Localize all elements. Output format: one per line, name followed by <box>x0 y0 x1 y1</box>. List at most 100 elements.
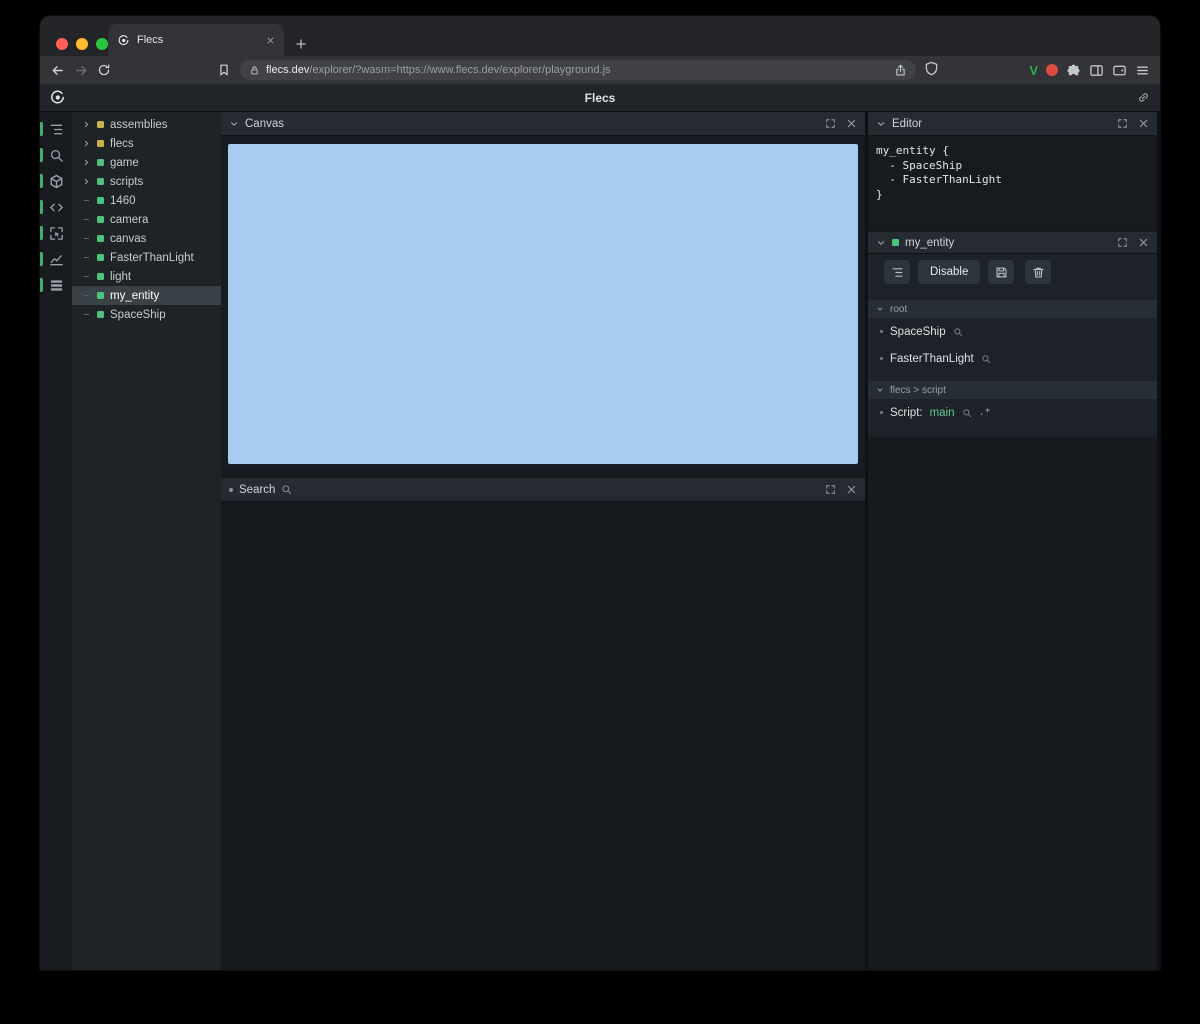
inspector-panel-title: my_entity <box>905 236 955 249</box>
tree-item-label: 1460 <box>110 194 136 207</box>
canvas-panel-body <box>221 136 865 470</box>
active-indicator <box>40 174 43 188</box>
tree-item-label: canvas <box>110 232 147 245</box>
extension-dot-icon[interactable] <box>1046 64 1058 76</box>
wallet-icon[interactable] <box>1112 63 1127 78</box>
tree-item[interactable]: light <box>72 267 221 286</box>
link-icon[interactable] <box>1137 91 1150 104</box>
tree-item-label: light <box>110 270 132 283</box>
search-icon[interactable] <box>953 327 963 337</box>
chevron-down-icon[interactable] <box>229 119 239 129</box>
url-domain: flecs.dev <box>266 64 310 76</box>
tree-item-selected[interactable]: my_entity <box>72 286 221 305</box>
center-column: Canvas Search <box>221 112 865 970</box>
close-icon[interactable] <box>846 118 857 129</box>
save-button[interactable] <box>988 260 1015 284</box>
section-title: root <box>890 303 908 315</box>
search-icon[interactable] <box>962 408 972 418</box>
inspector-panel-body: Disable root SpaceShip FasterThanLight f… <box>868 254 1157 437</box>
search-icon[interactable] <box>281 484 292 495</box>
script-editor[interactable]: my_entity { - SpaceShip - FasterThanLigh… <box>868 136 1157 228</box>
sidebar-item-tree-view[interactable] <box>40 116 72 142</box>
leaf-marker <box>81 200 91 201</box>
window-controls <box>56 38 108 50</box>
browser-tab[interactable]: Flecs <box>108 24 284 56</box>
close-icon[interactable] <box>1138 237 1149 248</box>
sidebar-item-entities[interactable] <box>40 168 72 194</box>
chevron-down-icon[interactable] <box>876 119 886 129</box>
disable-button[interactable]: Disable <box>918 260 981 284</box>
sidebar-item-tables[interactable] <box>40 272 72 298</box>
canvas-panel-title: Canvas <box>245 117 284 130</box>
entity-color-swatch <box>97 273 104 280</box>
component-row: FasterThanLight <box>868 345 1157 372</box>
chevron-right-icon[interactable] <box>81 158 91 167</box>
expand-icon[interactable] <box>825 118 836 129</box>
component-name: FasterThanLight <box>890 352 974 365</box>
tab-close-icon[interactable] <box>266 36 275 45</box>
window-minimize-button[interactable] <box>76 38 88 50</box>
tree-item[interactable]: FasterThanLight <box>72 248 221 267</box>
menu-icon[interactable] <box>1135 63 1150 78</box>
back-icon[interactable] <box>48 61 66 79</box>
share-icon[interactable] <box>894 64 907 77</box>
tree-toggle-button[interactable] <box>884 260 910 284</box>
leaf-marker <box>81 276 91 277</box>
render-canvas[interactable] <box>228 144 858 464</box>
window-close-button[interactable] <box>56 38 68 50</box>
close-icon[interactable] <box>1138 118 1149 129</box>
search-icon <box>49 148 64 163</box>
entity-color-swatch <box>892 239 899 246</box>
sidebar-toggle-icon[interactable] <box>1089 63 1104 78</box>
sidebar-item-code-editor[interactable] <box>40 194 72 220</box>
forward-icon[interactable] <box>72 61 90 79</box>
shield-icon[interactable] <box>924 61 939 76</box>
chevron-right-icon[interactable] <box>81 139 91 148</box>
tree-item[interactable]: scripts <box>72 172 221 191</box>
entity-color-swatch <box>97 121 104 128</box>
url-path: /explorer/?wasm=https://www.flecs.dev/ex… <box>309 64 611 76</box>
search-icon[interactable] <box>981 354 991 364</box>
sidebar-item-statistics[interactable] <box>40 246 72 272</box>
sidebar-item-query-search[interactable] <box>40 142 72 168</box>
script-suffix-icon[interactable]: .* <box>979 407 991 418</box>
section-header-root[interactable]: root <box>868 300 1157 318</box>
leaf-marker <box>81 314 91 315</box>
chevron-right-icon[interactable] <box>81 177 91 186</box>
tree-item[interactable]: camera <box>72 210 221 229</box>
app-header: Flecs <box>40 84 1160 112</box>
section-header-flecs-script[interactable]: flecs > script <box>868 381 1157 399</box>
page-title: Flecs <box>584 91 616 105</box>
tree-item[interactable]: 1460 <box>72 191 221 210</box>
expand-icon[interactable] <box>1117 118 1128 129</box>
expand-icon[interactable] <box>1117 237 1128 248</box>
violentmonkey-icon[interactable]: V <box>1029 64 1038 77</box>
tree-item[interactable]: SpaceShip <box>72 305 221 324</box>
url-text: flecs.dev/explorer/?wasm=https://www.fle… <box>266 64 611 76</box>
lock-icon[interactable] <box>249 65 260 76</box>
window-zoom-button[interactable] <box>96 38 108 50</box>
new-tab-button[interactable] <box>294 37 308 51</box>
editor-panel-header: Editor <box>868 112 1157 136</box>
expand-icon[interactable] <box>825 484 836 495</box>
section-title: flecs > script <box>890 384 946 396</box>
tree-item[interactable]: game <box>72 153 221 172</box>
chevron-down-icon <box>876 386 884 394</box>
entity-color-swatch <box>97 178 104 185</box>
close-icon[interactable] <box>846 484 857 495</box>
bookmark-icon[interactable] <box>215 61 233 79</box>
tree-item[interactable]: canvas <box>72 229 221 248</box>
chevron-down-icon[interactable] <box>876 238 886 248</box>
sidebar-item-inspector[interactable] <box>40 220 72 246</box>
tree-item[interactable]: flecs <box>72 134 221 153</box>
code-line: - FasterThanLight <box>876 173 1002 186</box>
tree-item[interactable]: assemblies <box>72 115 221 134</box>
delete-button[interactable] <box>1025 260 1052 284</box>
address-bar[interactable]: flecs.dev/explorer/?wasm=https://www.fle… <box>240 60 916 80</box>
chevron-right-icon[interactable] <box>81 120 91 129</box>
entity-color-swatch <box>97 197 104 204</box>
browser-window: Flecs flecs.dev/explorer/?wasm=https://w… <box>40 16 1160 970</box>
reload-icon[interactable] <box>95 61 113 79</box>
extensions-icon[interactable] <box>1066 63 1081 78</box>
leaf-marker <box>81 238 91 239</box>
